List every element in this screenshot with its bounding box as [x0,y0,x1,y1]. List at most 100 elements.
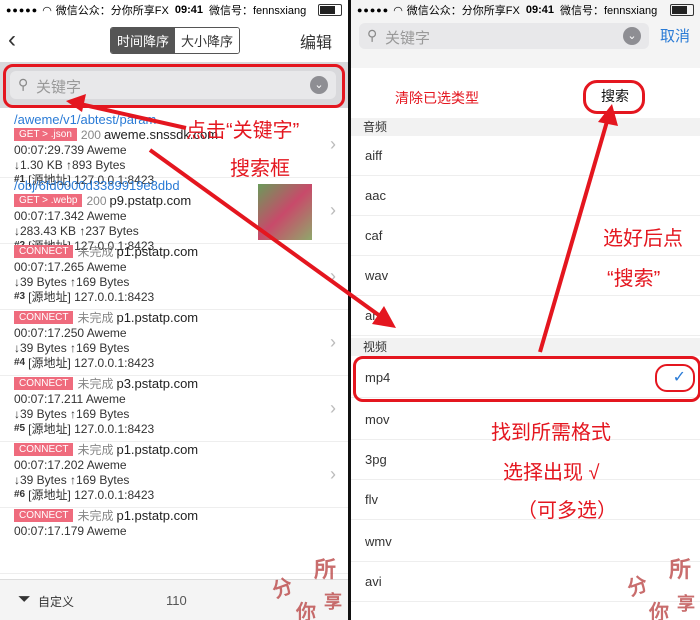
request-row-5[interactable]: CONNECT 未完成 p3.pstatp.com 00:07:17.211 Awe… [0,376,348,442]
request-list: /aweme/v1/abtest/param GET > .json 200 awe… [0,112,348,574]
request-source: [源地址] 127.0.0.1:8423 [28,290,155,304]
cancel-button[interactable]: 取消 [660,25,690,46]
wifi-icon: ◠ [42,4,52,17]
status-right-text: 微信号：fennsxiang [209,5,307,17]
edit-button[interactable]: 编辑 [300,29,332,53]
status-code: 200 [80,127,101,142]
format-option-amr[interactable]: amr [351,296,700,336]
status-code: 200 [86,193,107,208]
format-option-wmv[interactable]: wmv [351,522,700,562]
request-time: 00:07:17.265 Aweme [14,259,127,274]
request-number: #3 [14,291,26,302]
chevron-down-icon[interactable]: ⌄ [623,27,641,45]
request-size: ↓39 Bytes ↑169 Bytes [14,340,130,355]
format-option-aac[interactable]: aac [351,176,700,216]
request-host: p3.pstatp.com [116,376,199,391]
watermark-char-2: 所 [314,557,337,582]
status-bar: ●●●●● ◠ 微信公众：分你所享FX 09:41 微信号：fennsxiang [351,0,700,20]
request-size: ↓39 Bytes ↑169 Bytes [14,274,130,289]
signal-icon: ●●●●● [357,5,390,15]
status-code: 未完成 [77,311,114,325]
status-code: 未完成 [77,443,114,457]
request-row-4[interactable]: CONNECT 未完成 p1.pstatp.com 00:07:17.250 Awe… [0,310,348,376]
annotation-find-format: 找到所需格式 [491,422,611,444]
filter-icon[interactable]: ⏷ [18,591,31,609]
status-time: 09:41 [174,4,203,16]
section-video: 视频 [351,338,700,356]
watermark-char-2: 所 [669,557,692,582]
method-badge: GET > .json [14,128,77,141]
method-badge: CONNECT [14,311,74,324]
request-time: 00:07:17.202 Aweme [14,457,127,472]
request-number: #6 [14,489,26,500]
method-badge: GET > .webp [14,194,83,207]
signal-icon: ●●●●● [6,5,39,15]
request-number: #4 [14,357,26,368]
watermark-char-4: 享 [324,592,342,612]
image-thumbnail [258,184,312,240]
watermark-char-3: 你 [649,602,669,620]
back-button[interactable]: ‹ [8,26,16,54]
request-row-7[interactable]: CONNECT 未完成 p1.pstatp.com 00:07:17.179 Awe… [0,508,348,574]
status-code: 未完成 [77,509,114,523]
request-time: 00:07:29.739 Aweme [14,142,127,157]
section-audio: 音频 [351,118,700,136]
search-icon: ⚲ [367,27,378,43]
chevron-right-icon: › [330,398,336,418]
search-bar: ⚲ 关键字 ⌄ 取消 [351,20,700,68]
request-row-3[interactable]: CONNECT 未完成 p1.pstatp.com 00:07:17.265 Awe… [0,244,348,310]
request-host: p1.pstatp.com [116,244,199,259]
request-host: p1.pstatp.com [116,442,199,457]
method-badge: CONNECT [14,245,74,258]
request-size: ↓1.30 KB ↑893 Bytes [14,157,126,172]
battery-icon [318,4,342,16]
status-bar: ●●●●● ◠ 微信公众：分你所享FX 09:41 微信号：fennsxiang [0,0,348,20]
request-time: 00:07:17.211 Aweme [14,391,126,406]
request-source: [源地址] 127.0.0.1:8423 [28,356,155,370]
highlight-search-box [3,64,345,108]
request-number: #5 [14,423,26,434]
sort-by-time-tab[interactable]: 时间降序 [111,28,176,53]
chevron-right-icon: › [330,464,336,484]
sort-segmented-control: 时间降序 大小降序 [110,27,241,54]
keyword-search-input[interactable]: ⚲ 关键字 ⌄ [359,23,649,49]
request-row-2[interactable]: /obj/6fd0000d3389919e8dbd GET > .webp 200… [0,178,348,253]
request-count: 110 [166,593,187,608]
format-option-aiff[interactable]: aiff [351,136,700,176]
watermark-char-3: 你 [296,602,316,620]
search-placeholder: 关键字 [385,30,431,47]
clear-types-button[interactable]: 清除已选类型 [395,88,479,108]
chevron-right-icon: › [330,332,336,352]
status-code: 未完成 [77,245,114,259]
status-carrier: 微信公众：分你所享FX [55,5,169,17]
method-badge: CONNECT [14,509,74,522]
annotation-search-quote: “搜索” [607,268,661,290]
watermark-char-4: 享 [677,594,695,614]
request-row-6[interactable]: CONNECT 未完成 p1.pstatp.com 00:07:17.202 Awe… [0,442,348,508]
status-right-text: 微信号：fennsxiang [560,5,658,17]
highlight-checkmark [655,364,695,392]
request-source: [源地址] 127.0.0.1:8423 [28,488,155,502]
request-host: p1.pstatp.com [116,310,199,325]
custom-filter-button[interactable]: 自定义 [38,593,74,610]
request-time: 00:07:17.250 Aweme [14,325,127,340]
request-time: 00:07:17.179 Aweme [14,523,127,538]
filter-actions: 清除已选类型 搜索 [351,74,700,119]
request-size: ↓39 Bytes ↑169 Bytes [14,406,130,421]
nav-bar: ‹ 时间降序 大小降序 编辑 [0,22,348,58]
annotation-check-appears: 选择出现 √ [503,462,600,484]
method-badge: CONNECT [14,377,74,390]
request-host: p9.pstatp.com [109,193,192,208]
highlight-search-button [583,80,645,114]
annotation-search-box: 搜索框 [230,158,290,180]
request-size: ↓39 Bytes ↑169 Bytes [14,472,130,487]
annotation-click-keyword: 点击“关键字” [186,120,300,142]
sort-by-size-tab[interactable]: 大小降序 [175,28,240,53]
annotation-multi-select: （可多选） [517,500,617,522]
wifi-icon: ◠ [393,4,403,17]
left-screen: ●●●●● ◠ 微信公众：分你所享FX 09:41 微信号：fennsxiang… [0,0,348,620]
status-time: 09:41 [525,4,554,16]
chevron-right-icon: › [330,266,336,286]
status-code: 未完成 [77,377,114,391]
request-host: p1.pstatp.com [116,508,199,523]
